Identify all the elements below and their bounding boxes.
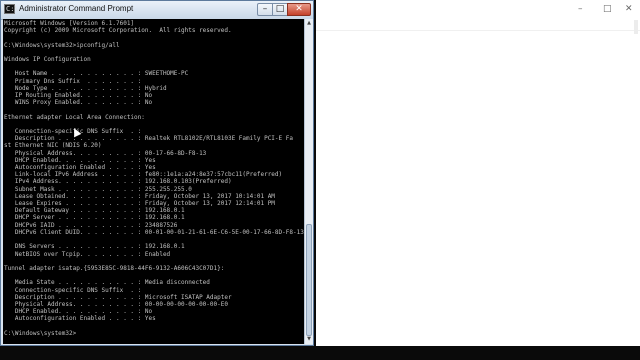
- vertical-scrollbar[interactable]: ▲ ▼: [304, 19, 313, 344]
- console-line: Default Gateway . . . . . . . . . : 192.…: [4, 207, 185, 215]
- console-line: IPv4 Address. . . . . . . . . . . : 192.…: [4, 178, 232, 186]
- console-line: Lease Expires . . . . . . . . . . : Frid…: [4, 200, 275, 208]
- console-line: Description . . . . . . . . . . . : Real…: [4, 135, 293, 143]
- command-prompt-window[interactable]: C:\ Administrator Command Prompt – □ ✕ M…: [0, 0, 314, 346]
- console-app-icon[interactable]: C:\: [4, 4, 19, 14]
- console-line: DHCPv6 IAID . . . . . . . . . . . : 2348…: [4, 221, 178, 229]
- console-line: Lease Obtained. . . . . . . . . . : Frid…: [4, 192, 275, 200]
- console-line: DHCPv6 Client DUID. . . . . . . . : 00-0…: [4, 228, 304, 236]
- console-line: DHCP Enabled. . . . . . . . . . . : Yes: [4, 156, 156, 164]
- console-line: Physical Address. . . . . . . . . : 00-1…: [4, 149, 207, 157]
- console-line: Host Name . . . . . . . . . . . . : SWEE…: [4, 70, 189, 78]
- console-line: Tunnel adapter isatap.{5953E85C-9818-44F…: [4, 264, 225, 272]
- console-line: NetBIOS over Tcpip. . . . . . . . : Enab…: [4, 250, 171, 258]
- close-icon[interactable]: ✕: [625, 4, 633, 14]
- console-line: Windows IP Configuration: [4, 56, 91, 64]
- console-line: Primary Dns Suffix . . . . . . . :: [4, 77, 142, 85]
- console-line: Microsoft Windows [Version 6.1.7601]: [4, 20, 135, 27]
- console-line: Ethernet adapter Local Area Connection:: [4, 113, 145, 121]
- console-line: C:\Windows\system32>: [4, 329, 77, 337]
- blank-window[interactable]: – □ ✕: [316, 0, 640, 346]
- console-output: Microsoft Windows [Version 6.1.7601] Copy…: [3, 19, 304, 337]
- console-line: DHCP Server . . . . . . . . . . . : 192.…: [4, 214, 185, 222]
- blank-window-title-bar[interactable]: – □ ✕: [316, 0, 640, 18]
- console-line: Connection-specific DNS Suffix . :: [4, 286, 142, 294]
- divider: [316, 30, 640, 31]
- console-line: Media State . . . . . . . . . . . : Medi…: [4, 279, 210, 287]
- console-line: Physical Address. . . . . . . . . : 00-0…: [4, 300, 228, 308]
- console-line: IP Routing Enabled. . . . . . . . : No: [4, 92, 153, 100]
- scroll-down-icon[interactable]: ▼: [305, 335, 313, 344]
- title-bar[interactable]: C:\ Administrator Command Prompt – □ ✕: [1, 1, 313, 20]
- console-line: Connection-specific DNS Suffix . :: [4, 128, 142, 136]
- console-line: Autoconfiguration Enabled . . . . : Yes: [4, 315, 156, 323]
- maximize-button[interactable]: □: [272, 3, 288, 16]
- console-line: DNS Servers . . . . . . . . . . . : 192.…: [4, 243, 185, 251]
- scrollbar-stub[interactable]: [634, 20, 638, 34]
- minimize-icon[interactable]: –: [578, 4, 583, 14]
- console-output-area[interactable]: Microsoft Windows [Version 6.1.7601] Copy…: [3, 19, 304, 344]
- minimize-button[interactable]: –: [257, 3, 273, 16]
- console-line: DHCP Enabled. . . . . . . . . . . : No: [4, 308, 153, 316]
- console-line: Node Type . . . . . . . . . . . . : Hybr…: [4, 84, 167, 92]
- console-line: Link-local IPv6 Address . . . . . : fe80…: [4, 171, 283, 179]
- console-line: C:\Windows\system32>ipconfig/all: [4, 41, 120, 49]
- console-line: Autoconfiguration Enabled . . . . : Yes: [4, 164, 156, 172]
- console-line: WINS Proxy Enabled. . . . . . . . : No: [4, 99, 153, 107]
- console-line: Subnet Mask . . . . . . . . . . . : 255.…: [4, 185, 192, 193]
- console-line: Description . . . . . . . . . . . : Micr…: [4, 293, 232, 301]
- window-title: Administrator Command Prompt: [19, 4, 134, 13]
- console-line: Copyright (c) 2009 Microsoft Corporation…: [4, 27, 232, 35]
- maximize-icon[interactable]: □: [603, 4, 612, 14]
- console-line: st Ethernet NIC (NDIS 6.20): [4, 142, 102, 150]
- scroll-thumb[interactable]: [306, 224, 312, 336]
- close-button[interactable]: ✕: [287, 3, 311, 16]
- scroll-up-icon[interactable]: ▲: [305, 19, 313, 28]
